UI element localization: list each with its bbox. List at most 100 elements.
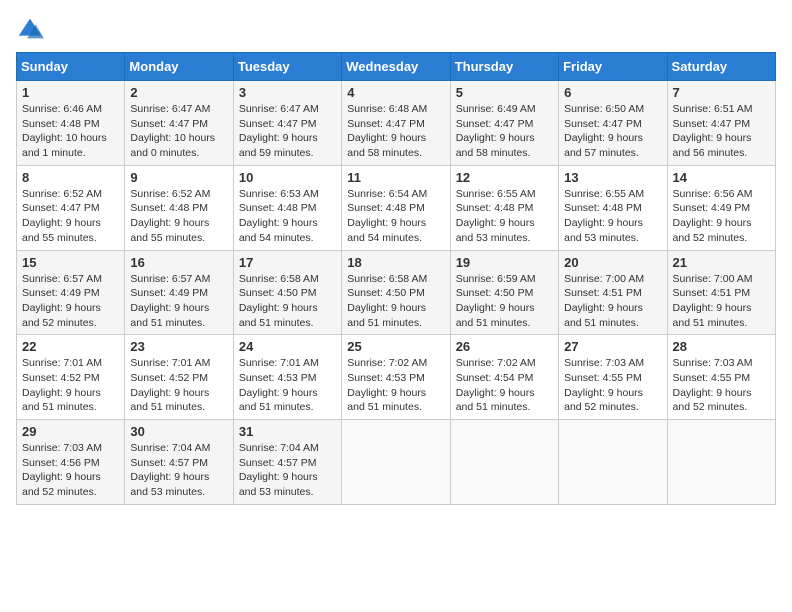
- calendar-cell: 15 Sunrise: 6:57 AMSunset: 4:49 PMDaylig…: [17, 250, 125, 335]
- calendar-cell: 8 Sunrise: 6:52 AMSunset: 4:47 PMDayligh…: [17, 165, 125, 250]
- day-info: Sunrise: 6:46 AMSunset: 4:48 PMDaylight:…: [22, 102, 119, 161]
- day-info: Sunrise: 6:48 AMSunset: 4:47 PMDaylight:…: [347, 102, 444, 161]
- calendar-cell: [559, 420, 667, 505]
- day-number: 12: [456, 170, 553, 185]
- day-number: 1: [22, 85, 119, 100]
- day-number: 14: [673, 170, 770, 185]
- calendar-cell: 1 Sunrise: 6:46 AMSunset: 4:48 PMDayligh…: [17, 81, 125, 166]
- day-info: Sunrise: 6:50 AMSunset: 4:47 PMDaylight:…: [564, 102, 661, 161]
- day-info: Sunrise: 6:58 AMSunset: 4:50 PMDaylight:…: [347, 272, 444, 331]
- calendar-table: SundayMondayTuesdayWednesdayThursdayFrid…: [16, 52, 776, 505]
- calendar-cell: 25 Sunrise: 7:02 AMSunset: 4:53 PMDaylig…: [342, 335, 450, 420]
- day-number: 6: [564, 85, 661, 100]
- calendar-cell: 24 Sunrise: 7:01 AMSunset: 4:53 PMDaylig…: [233, 335, 341, 420]
- calendar-week-row: 29 Sunrise: 7:03 AMSunset: 4:56 PMDaylig…: [17, 420, 776, 505]
- day-info: Sunrise: 6:57 AMSunset: 4:49 PMDaylight:…: [22, 272, 119, 331]
- calendar-cell: 23 Sunrise: 7:01 AMSunset: 4:52 PMDaylig…: [125, 335, 233, 420]
- column-header-saturday: Saturday: [667, 53, 775, 81]
- day-number: 18: [347, 255, 444, 270]
- day-number: 4: [347, 85, 444, 100]
- day-number: 16: [130, 255, 227, 270]
- day-info: Sunrise: 7:00 AMSunset: 4:51 PMDaylight:…: [564, 272, 661, 331]
- day-number: 29: [22, 424, 119, 439]
- column-header-monday: Monday: [125, 53, 233, 81]
- day-info: Sunrise: 7:01 AMSunset: 4:53 PMDaylight:…: [239, 356, 336, 415]
- calendar-cell: 10 Sunrise: 6:53 AMSunset: 4:48 PMDaylig…: [233, 165, 341, 250]
- calendar-cell: 4 Sunrise: 6:48 AMSunset: 4:47 PMDayligh…: [342, 81, 450, 166]
- day-info: Sunrise: 6:53 AMSunset: 4:48 PMDaylight:…: [239, 187, 336, 246]
- calendar-cell: 30 Sunrise: 7:04 AMSunset: 4:57 PMDaylig…: [125, 420, 233, 505]
- day-info: Sunrise: 7:01 AMSunset: 4:52 PMDaylight:…: [130, 356, 227, 415]
- day-number: 20: [564, 255, 661, 270]
- calendar-cell: 7 Sunrise: 6:51 AMSunset: 4:47 PMDayligh…: [667, 81, 775, 166]
- day-number: 22: [22, 339, 119, 354]
- calendar-cell: 9 Sunrise: 6:52 AMSunset: 4:48 PMDayligh…: [125, 165, 233, 250]
- day-number: 31: [239, 424, 336, 439]
- day-number: 2: [130, 85, 227, 100]
- calendar-week-row: 8 Sunrise: 6:52 AMSunset: 4:47 PMDayligh…: [17, 165, 776, 250]
- logo: [16, 16, 48, 44]
- day-info: Sunrise: 7:02 AMSunset: 4:54 PMDaylight:…: [456, 356, 553, 415]
- day-number: 17: [239, 255, 336, 270]
- day-info: Sunrise: 7:03 AMSunset: 4:55 PMDaylight:…: [564, 356, 661, 415]
- calendar-week-row: 15 Sunrise: 6:57 AMSunset: 4:49 PMDaylig…: [17, 250, 776, 335]
- calendar-cell: 3 Sunrise: 6:47 AMSunset: 4:47 PMDayligh…: [233, 81, 341, 166]
- day-info: Sunrise: 6:59 AMSunset: 4:50 PMDaylight:…: [456, 272, 553, 331]
- page-header: [16, 16, 776, 44]
- calendar-cell: 31 Sunrise: 7:04 AMSunset: 4:57 PMDaylig…: [233, 420, 341, 505]
- day-info: Sunrise: 7:03 AMSunset: 4:55 PMDaylight:…: [673, 356, 770, 415]
- calendar-week-row: 22 Sunrise: 7:01 AMSunset: 4:52 PMDaylig…: [17, 335, 776, 420]
- calendar-cell: 26 Sunrise: 7:02 AMSunset: 4:54 PMDaylig…: [450, 335, 558, 420]
- calendar-cell: 5 Sunrise: 6:49 AMSunset: 4:47 PMDayligh…: [450, 81, 558, 166]
- day-number: 5: [456, 85, 553, 100]
- day-number: 8: [22, 170, 119, 185]
- calendar-cell: 18 Sunrise: 6:58 AMSunset: 4:50 PMDaylig…: [342, 250, 450, 335]
- day-number: 21: [673, 255, 770, 270]
- calendar-cell: 17 Sunrise: 6:58 AMSunset: 4:50 PMDaylig…: [233, 250, 341, 335]
- column-header-wednesday: Wednesday: [342, 53, 450, 81]
- day-number: 28: [673, 339, 770, 354]
- calendar-cell: [342, 420, 450, 505]
- logo-icon: [16, 16, 44, 44]
- day-number: 10: [239, 170, 336, 185]
- day-number: 19: [456, 255, 553, 270]
- day-info: Sunrise: 7:04 AMSunset: 4:57 PMDaylight:…: [239, 441, 336, 500]
- calendar-cell: 2 Sunrise: 6:47 AMSunset: 4:47 PMDayligh…: [125, 81, 233, 166]
- day-info: Sunrise: 7:04 AMSunset: 4:57 PMDaylight:…: [130, 441, 227, 500]
- calendar-cell: 13 Sunrise: 6:55 AMSunset: 4:48 PMDaylig…: [559, 165, 667, 250]
- day-number: 13: [564, 170, 661, 185]
- day-info: Sunrise: 6:49 AMSunset: 4:47 PMDaylight:…: [456, 102, 553, 161]
- calendar-cell: 11 Sunrise: 6:54 AMSunset: 4:48 PMDaylig…: [342, 165, 450, 250]
- day-info: Sunrise: 6:47 AMSunset: 4:47 PMDaylight:…: [130, 102, 227, 161]
- day-info: Sunrise: 6:55 AMSunset: 4:48 PMDaylight:…: [564, 187, 661, 246]
- day-number: 23: [130, 339, 227, 354]
- calendar-cell: 19 Sunrise: 6:59 AMSunset: 4:50 PMDaylig…: [450, 250, 558, 335]
- day-info: Sunrise: 6:55 AMSunset: 4:48 PMDaylight:…: [456, 187, 553, 246]
- calendar-cell: [450, 420, 558, 505]
- column-header-thursday: Thursday: [450, 53, 558, 81]
- calendar-cell: 12 Sunrise: 6:55 AMSunset: 4:48 PMDaylig…: [450, 165, 558, 250]
- calendar-cell: [667, 420, 775, 505]
- day-info: Sunrise: 6:51 AMSunset: 4:47 PMDaylight:…: [673, 102, 770, 161]
- day-info: Sunrise: 6:47 AMSunset: 4:47 PMDaylight:…: [239, 102, 336, 161]
- day-number: 15: [22, 255, 119, 270]
- calendar-cell: 27 Sunrise: 7:03 AMSunset: 4:55 PMDaylig…: [559, 335, 667, 420]
- calendar-cell: 16 Sunrise: 6:57 AMSunset: 4:49 PMDaylig…: [125, 250, 233, 335]
- day-number: 3: [239, 85, 336, 100]
- day-number: 30: [130, 424, 227, 439]
- day-number: 27: [564, 339, 661, 354]
- day-info: Sunrise: 6:52 AMSunset: 4:47 PMDaylight:…: [22, 187, 119, 246]
- day-info: Sunrise: 7:01 AMSunset: 4:52 PMDaylight:…: [22, 356, 119, 415]
- calendar-header-row: SundayMondayTuesdayWednesdayThursdayFrid…: [17, 53, 776, 81]
- column-header-friday: Friday: [559, 53, 667, 81]
- calendar-cell: 20 Sunrise: 7:00 AMSunset: 4:51 PMDaylig…: [559, 250, 667, 335]
- day-info: Sunrise: 6:54 AMSunset: 4:48 PMDaylight:…: [347, 187, 444, 246]
- day-number: 9: [130, 170, 227, 185]
- day-info: Sunrise: 6:56 AMSunset: 4:49 PMDaylight:…: [673, 187, 770, 246]
- day-number: 24: [239, 339, 336, 354]
- day-info: Sunrise: 7:00 AMSunset: 4:51 PMDaylight:…: [673, 272, 770, 331]
- calendar-cell: 21 Sunrise: 7:00 AMSunset: 4:51 PMDaylig…: [667, 250, 775, 335]
- day-number: 7: [673, 85, 770, 100]
- calendar-cell: 14 Sunrise: 6:56 AMSunset: 4:49 PMDaylig…: [667, 165, 775, 250]
- day-number: 25: [347, 339, 444, 354]
